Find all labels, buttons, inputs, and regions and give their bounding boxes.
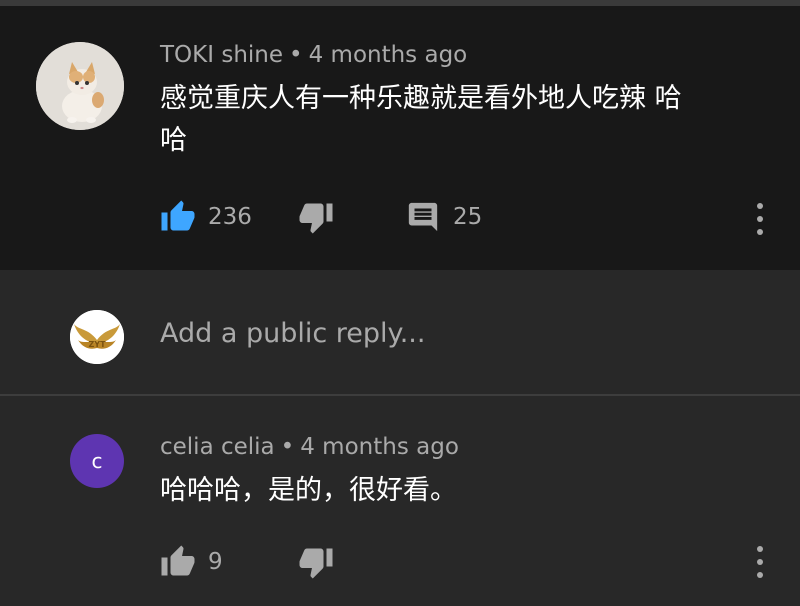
winged-logo-icon: ZYT (70, 310, 124, 364)
comment-time[interactable]: 4 months ago (300, 434, 459, 460)
reply-input-area: ZYT Add a public reply... (0, 270, 800, 396)
reply-input[interactable]: Add a public reply... (160, 318, 425, 349)
cat-photo-avatar[interactable] (36, 42, 124, 130)
comment-text: 哈哈哈，是的，很好看。 (160, 475, 457, 506)
meta-separator: • (280, 434, 295, 460)
author-name[interactable]: celia celia (160, 434, 275, 460)
comment-actions: 9 (160, 543, 334, 581)
winged-logo-avatar[interactable]: ZYT (70, 310, 124, 364)
letter-avatar[interactable]: c (70, 434, 124, 488)
comment-text: 感觉重庆人有一种乐趣就是看外地人吃辣 哈 哈 (160, 78, 770, 162)
comment-reply: c celia celia • 4 months ago 哈哈哈，是的，很好看。 9 (0, 396, 800, 606)
reply-comment-icon[interactable] (406, 200, 440, 234)
thumbs-up-icon[interactable] (160, 198, 196, 236)
more-options-icon[interactable] (754, 202, 766, 236)
comment-thread-main: TOKI shine • 4 months ago 感觉重庆人有一种乐趣就是看外地人… (0, 6, 800, 270)
thumbs-down-icon[interactable] (298, 198, 334, 236)
more-options-icon[interactable] (754, 545, 766, 579)
reply-count: 25 (453, 204, 483, 230)
like-count: 9 (208, 549, 223, 575)
meta-separator: • (289, 42, 303, 68)
thumbs-down-icon[interactable] (298, 543, 334, 581)
svg-text:ZYT: ZYT (88, 340, 106, 349)
thumbs-up-icon[interactable] (160, 543, 196, 581)
cat-photo-icon (36, 42, 124, 130)
like-count: 236 (208, 204, 252, 230)
comment-actions: 236 25 (160, 198, 482, 236)
comment-text-line: 感觉重庆人有一种乐趣就是看外地人吃辣 哈 (160, 83, 682, 114)
avatar-letter: c (91, 449, 103, 473)
comment-time[interactable]: 4 months ago (309, 42, 468, 68)
comment-meta: celia celia • 4 months ago (160, 434, 459, 460)
author-name[interactable]: TOKI shine (160, 42, 283, 68)
comment-text-line: 哈 (160, 125, 187, 156)
comment-meta: TOKI shine • 4 months ago (160, 42, 467, 68)
